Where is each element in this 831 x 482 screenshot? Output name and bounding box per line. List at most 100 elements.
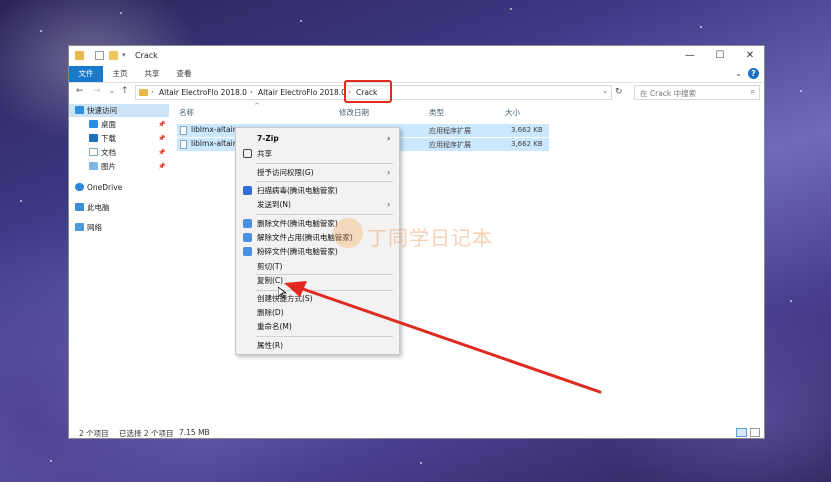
menu-item-delete-file-guard[interactable]: 删除文件(腾讯电脑管家) [236, 217, 399, 230]
menu-item-grant-access[interactable]: 授予访问权限(G) › [236, 166, 399, 179]
menu-separator [256, 163, 393, 164]
quick-access-dropdown-icon[interactable]: ▾ [122, 51, 131, 60]
tab-view[interactable]: 查看 [173, 68, 195, 80]
menu-item-shred-file[interactable]: 粉碎文件(腾讯电脑管家) [236, 245, 399, 258]
chevron-down-icon[interactable]: ⌄ [735, 69, 742, 78]
nav-label: 网络 [87, 223, 102, 232]
menu-item-label: 共享 [257, 149, 272, 158]
large-icons-view-icon[interactable] [750, 428, 760, 437]
menu-item-label: 扫描病毒(腾讯电脑管家) [257, 186, 338, 195]
nav-label: 下载 [101, 134, 116, 143]
nav-item-desktop[interactable]: 桌面 📌 [69, 118, 169, 131]
desktop-icon [89, 120, 98, 128]
new-folder-icon[interactable] [109, 51, 118, 60]
window-title: Crack [135, 51, 158, 60]
help-icon[interactable]: ? [748, 68, 759, 79]
close-button[interactable]: ✕ [735, 48, 765, 64]
minimize-button[interactable]: — [675, 48, 705, 64]
nav-item-onedrive[interactable]: OneDrive [69, 181, 169, 194]
back-arrow-icon[interactable]: ← [76, 86, 84, 96]
menu-item-label: 删除(D) [257, 308, 284, 317]
column-header-type[interactable]: 类型 [429, 107, 444, 118]
address-dropdown-icon[interactable]: ⌄ [602, 87, 608, 95]
tab-file[interactable]: 文件 [69, 66, 103, 82]
menu-item-delete[interactable]: 删除(D) [236, 306, 399, 319]
star-decoration [50, 460, 52, 462]
unlock-file-icon [243, 233, 252, 242]
pin-icon[interactable]: 📌 [158, 160, 165, 173]
nav-item-this-pc[interactable]: 此电脑 [69, 201, 169, 214]
details-view-icon[interactable] [736, 428, 747, 437]
menu-item-label: 发送到(N) [257, 200, 291, 209]
nav-item-downloads[interactable]: 下载 📌 [69, 132, 169, 145]
nav-label: 此电脑 [87, 203, 110, 212]
submenu-arrow-icon: › [387, 200, 391, 209]
tab-share[interactable]: 共享 [141, 68, 163, 80]
nav-item-quick-access[interactable]: 快速访问 [69, 104, 169, 117]
pin-icon[interactable]: 📌 [158, 118, 165, 131]
search-icon[interactable]: ⌕ [751, 87, 755, 97]
nav-item-network[interactable]: 网络 [69, 221, 169, 234]
nav-label: 桌面 [101, 120, 116, 129]
up-arrow-icon[interactable]: ↑ [121, 86, 129, 96]
menu-item-copy[interactable]: 复制(C) [236, 274, 399, 287]
menu-item-create-shortcut[interactable]: 创建快捷方式(S) [236, 292, 399, 305]
menu-item-cut[interactable]: 剪切(T) [236, 260, 399, 273]
pin-icon[interactable]: 📌 [158, 146, 165, 159]
submenu-arrow-icon: › [387, 168, 391, 177]
menu-item-share[interactable]: 共享 [236, 147, 399, 160]
menu-item-label: 属性(R) [257, 341, 284, 350]
nav-item-pictures[interactable]: 图片 📌 [69, 160, 169, 173]
network-icon [75, 223, 84, 231]
menu-item-label: 删除文件(腾讯电脑管家) [257, 219, 338, 228]
sort-ascending-icon: ^ [254, 102, 260, 110]
star-decoration [300, 20, 302, 22]
column-header-size[interactable]: 大小 [505, 107, 520, 118]
pin-icon[interactable]: 📌 [158, 132, 165, 145]
star-icon [75, 106, 84, 114]
status-selected-size: 7.15 MB [179, 428, 210, 437]
star-decoration [120, 12, 122, 14]
search-input[interactable]: 在 Crack 中搜索 ⌕ [634, 85, 760, 100]
menu-item-label: 复制(C) [257, 276, 284, 285]
folder-icon [139, 89, 148, 96]
star-decoration [790, 300, 792, 302]
menu-item-7zip[interactable]: 7-Zip › [236, 132, 399, 145]
menu-item-send-to[interactable]: 发送到(N) › [236, 198, 399, 211]
share-icon [243, 149, 252, 158]
address-row: ← → ⌄ ↑ › Altair ElectroFlo 2018.0 › Alt… [69, 83, 764, 103]
menu-item-properties[interactable]: 属性(R) [236, 339, 399, 352]
menu-item-rename[interactable]: 重命名(M) [236, 320, 399, 333]
highlight-box-crack [344, 80, 392, 103]
tab-home[interactable]: 主页 [109, 68, 131, 80]
recent-locations-icon[interactable]: ⌄ [109, 87, 115, 95]
nav-label: 快速访问 [87, 106, 117, 115]
menu-item-label: 解除文件占用(腾讯电脑管家) [257, 233, 353, 242]
forward-arrow-icon[interactable]: → [93, 86, 101, 96]
breadcrumb-separator: › [250, 88, 253, 96]
maximize-button[interactable]: ☐ [705, 48, 735, 64]
dll-file-icon [180, 126, 187, 135]
refresh-icon[interactable]: ↻ [615, 87, 623, 97]
breadcrumb-item[interactable]: Altair ElectroFlo 2018.0 [258, 88, 346, 97]
menu-item-label: 剪切(T) [257, 262, 283, 271]
status-item-count: 2 个项目 [79, 429, 109, 438]
column-header-modified[interactable]: 修改日期 [339, 107, 369, 118]
folder-icon [75, 51, 84, 60]
file-size: 3,662 KB [511, 126, 543, 134]
star-decoration [510, 8, 512, 10]
properties-icon[interactable] [95, 51, 104, 60]
star-decoration [40, 30, 42, 32]
breadcrumb-item[interactable]: Altair ElectroFlo 2018.0 [159, 88, 247, 97]
menu-item-unlock-file[interactable]: 解除文件占用(腾讯电脑管家) [236, 231, 399, 244]
menu-separator [256, 181, 393, 182]
column-header-name[interactable]: 名称 [179, 107, 194, 118]
menu-item-scan-virus[interactable]: 扫描病毒(腾讯电脑管家) [236, 184, 399, 197]
title-bar: ▾ Crack — ☐ ✕ [69, 46, 764, 66]
nav-label: 文档 [101, 148, 116, 157]
search-placeholder: 在 Crack 中搜索 [640, 89, 697, 98]
menu-item-label: 重命名(M) [257, 322, 292, 331]
nav-item-documents[interactable]: 文档 📌 [69, 146, 169, 159]
file-type: 应用程序扩展 [429, 127, 471, 135]
menu-separator [256, 336, 393, 337]
